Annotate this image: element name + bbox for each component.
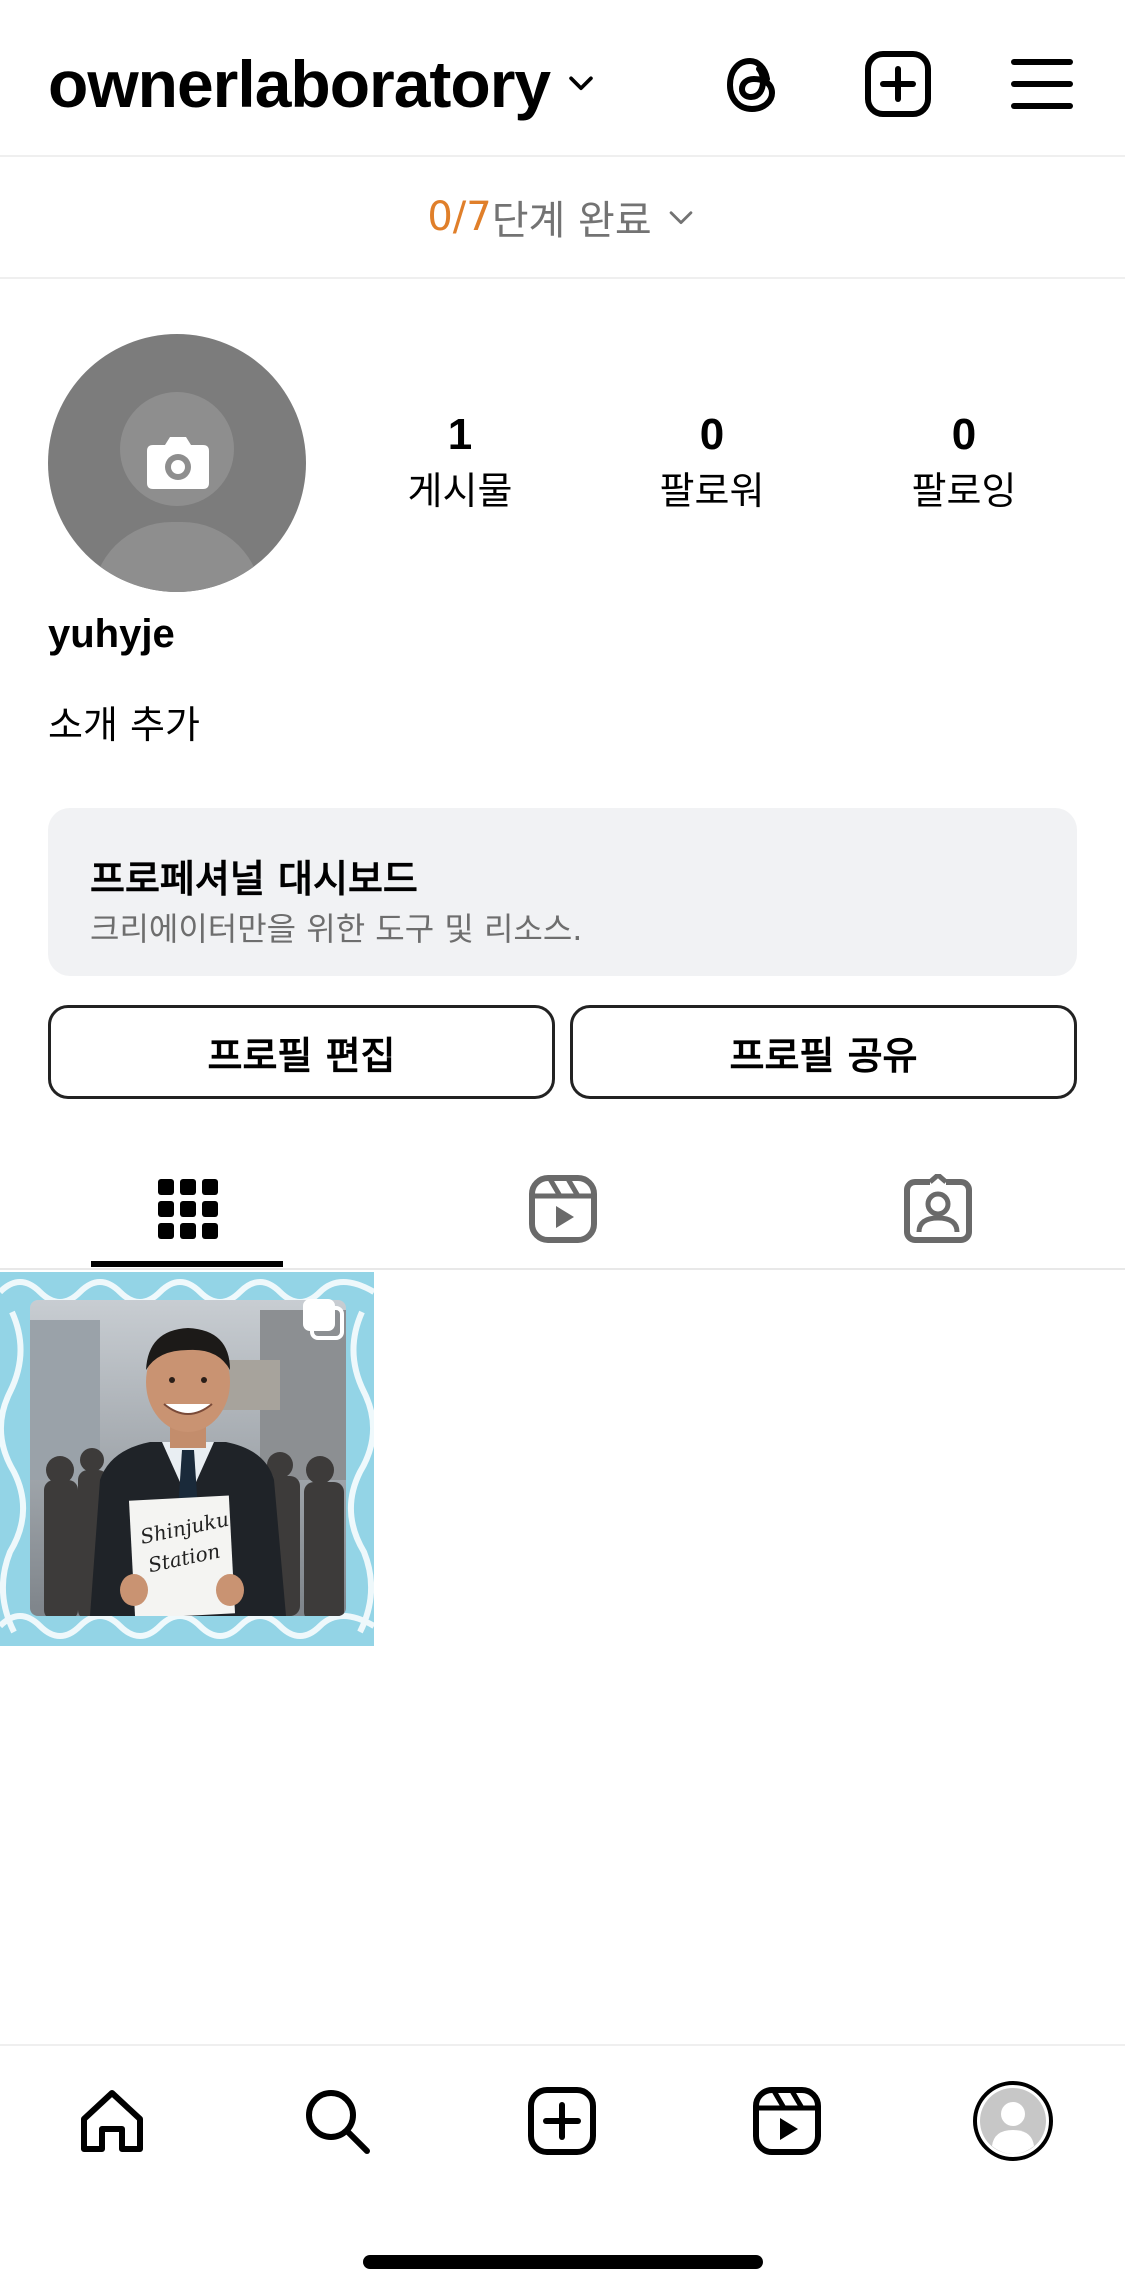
menu-icon[interactable] [998, 40, 1086, 128]
reels-icon [753, 2087, 821, 2155]
stat-label: 팔로잉 [911, 469, 1017, 513]
tagged-person-icon [903, 1174, 972, 1243]
following-count-stat[interactable]: 0 팔로잉 [884, 405, 1044, 517]
home-icon [81, 2090, 143, 2152]
profile-avatar[interactable] [48, 334, 306, 592]
dashboard-subtitle: 크리에이터만을 위한 도구 및 리소스. [90, 910, 583, 948]
top-header: ownerlaboratory [0, 0, 1125, 157]
tab-posts-grid[interactable] [0, 1148, 375, 1270]
professional-dashboard-card[interactable]: 프로페셔널 대시보드 크리에이터만을 위한 도구 및 리소스. [48, 808, 1077, 976]
tab-tagged[interactable] [750, 1148, 1125, 1270]
dashboard-title: 프로페셔널 대시보드 [90, 857, 418, 901]
posts-count-stat[interactable]: 1 게시물 [380, 405, 540, 517]
bottom-navigation [0, 2044, 1125, 2194]
progress-count: 0/7 [427, 194, 492, 240]
threads-icon[interactable] [708, 40, 796, 128]
progress-label: 단계 완료 [491, 198, 652, 244]
home-indicator [363, 2255, 763, 2269]
nav-profile[interactable] [968, 2076, 1058, 2166]
stat-value: 0 [951, 410, 977, 459]
camera-icon [147, 437, 209, 489]
avatar-placeholder-body [92, 522, 262, 592]
reels-icon [528, 1175, 597, 1243]
add-bio-link[interactable]: 소개 추가 [48, 694, 200, 749]
profile-display-name: yuhyje [48, 612, 175, 656]
nav-reels[interactable] [742, 2076, 832, 2166]
search-icon [306, 2090, 370, 2154]
profile-avatar-icon [973, 2081, 1053, 2161]
stat-label: 게시물 [407, 469, 513, 513]
followers-count-stat[interactable]: 0 팔로워 [632, 405, 792, 517]
stat-value: 1 [447, 410, 473, 459]
multiple-photos-icon [303, 1299, 344, 1340]
profile-tabs [0, 1148, 1125, 1270]
nav-home[interactable] [67, 2076, 157, 2166]
share-profile-button[interactable]: 프로필 공유 [570, 1005, 1077, 1099]
nav-create[interactable] [517, 2076, 607, 2166]
create-icon [528, 2087, 596, 2155]
profile-setup-progress[interactable]: 0/7 단계 완료 [0, 157, 1125, 279]
active-tab-indicator [91, 1261, 283, 1267]
nav-search[interactable] [292, 2076, 382, 2166]
chevron-down-icon [569, 76, 593, 91]
post-photo: Shinjuku Station [30, 1300, 346, 1616]
create-post-icon[interactable] [854, 40, 942, 128]
account-switcher[interactable]: ownerlaboratory [48, 44, 598, 124]
account-username: ownerlaboratory [48, 47, 551, 121]
edit-profile-button[interactable]: 프로필 편집 [48, 1005, 555, 1099]
grid-icon [157, 1179, 218, 1239]
stat-label: 팔로워 [659, 469, 765, 513]
post-thumbnail[interactable]: Shinjuku Station [0, 1272, 374, 1646]
chevron-down-icon [669, 211, 692, 225]
tab-reels[interactable] [375, 1148, 750, 1270]
stat-value: 0 [699, 410, 725, 459]
